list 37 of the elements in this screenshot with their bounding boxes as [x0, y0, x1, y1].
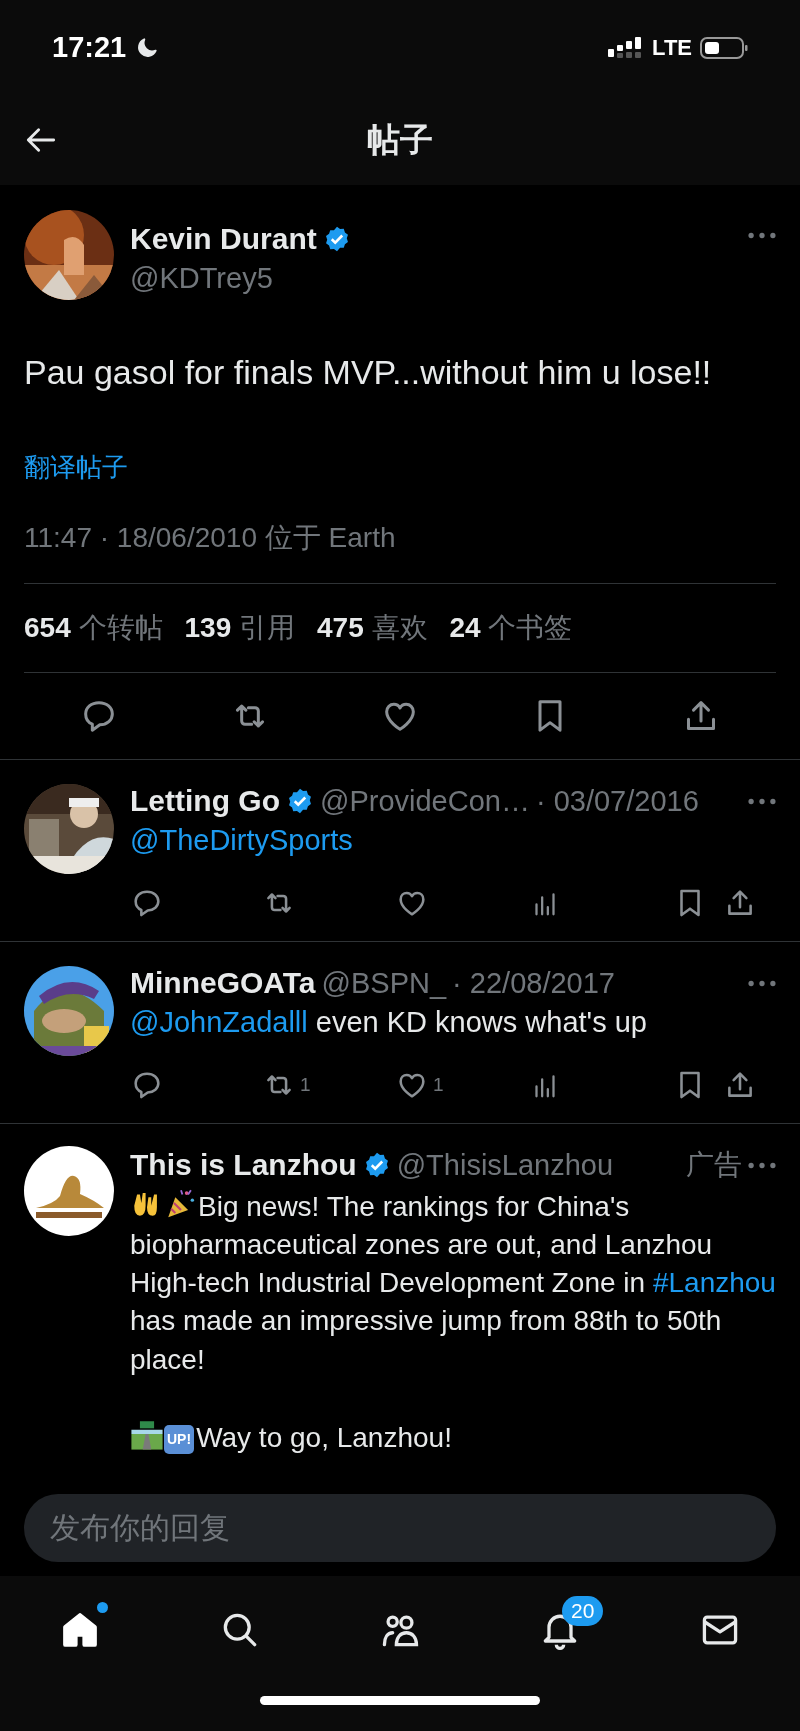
up-emoji: UP! — [164, 1424, 195, 1454]
stat-count[interactable]: 139 引用 — [184, 609, 295, 648]
reply-handle: @BSPN_ — [321, 966, 447, 1000]
more-icon[interactable] — [748, 1161, 776, 1169]
stat-count[interactable]: 475 喜欢 — [317, 609, 428, 648]
author-handle: @KDTrey5 — [130, 262, 274, 295]
advertiser-handle: @ThisisLanzhou — [396, 1148, 614, 1182]
reply-date: · 22/08/2017 — [452, 966, 615, 1000]
clock-time: 17:21 — [52, 31, 127, 64]
reply-text: @JohnZadalll even KD knows what's up — [130, 1006, 648, 1040]
more-icon[interactable] — [748, 979, 776, 987]
battery-icon — [700, 35, 748, 60]
like-count: 1 — [433, 1074, 444, 1097]
ad-text: Big news! The rankings for China's biopharmaceutical zones are out, and Lanzhou High-tech Industrial Development Zone in #Lanzhou has made an impressive jump from 88th to 50th place! — [130, 1186, 776, 1379]
page-title: 帖子 — [367, 119, 433, 160]
advertiser-name: This is Lanzhou — [130, 1148, 357, 1183]
post-text: Pau gasol for finals MVP...without him u lose!! — [24, 352, 713, 393]
notification-count: 20 — [562, 1596, 604, 1627]
reply-handle: @ProvideCon… — [320, 784, 530, 818]
hashtag-link[interactable]: #Lanzhou — [652, 1267, 776, 1299]
retweet-count: 1 — [300, 1074, 311, 1097]
mention-link[interactable]: @TheDirtySports — [130, 824, 353, 857]
author-name: Kevin Durant — [130, 222, 317, 256]
stat-count[interactable]: 24 个书签 — [449, 609, 573, 648]
more-icon[interactable] — [748, 232, 776, 239]
stat-count[interactable]: 654 个转帖 — [24, 609, 163, 648]
reply-author-name: MinneGOATa — [130, 966, 316, 1001]
reply-date: · 03/07/2016 — [535, 784, 699, 818]
ad-label: 广告 — [686, 1148, 742, 1183]
post-meta: 11:47 · 18/06/2010 位于 Earth — [24, 519, 776, 585]
translate-link[interactable]: 翻译帖子 — [24, 450, 128, 486]
reply-input-field[interactable]: 发布你的回复 — [24, 1494, 776, 1563]
mention-link[interactable]: @JohnZadalll — [130, 1006, 308, 1039]
network-label: LTE — [652, 34, 692, 61]
reply-author-name: Letting Go — [130, 784, 280, 819]
more-icon[interactable] — [748, 797, 776, 805]
ad-text: UP! Way to go, Lanzhou! — [130, 1416, 776, 1457]
